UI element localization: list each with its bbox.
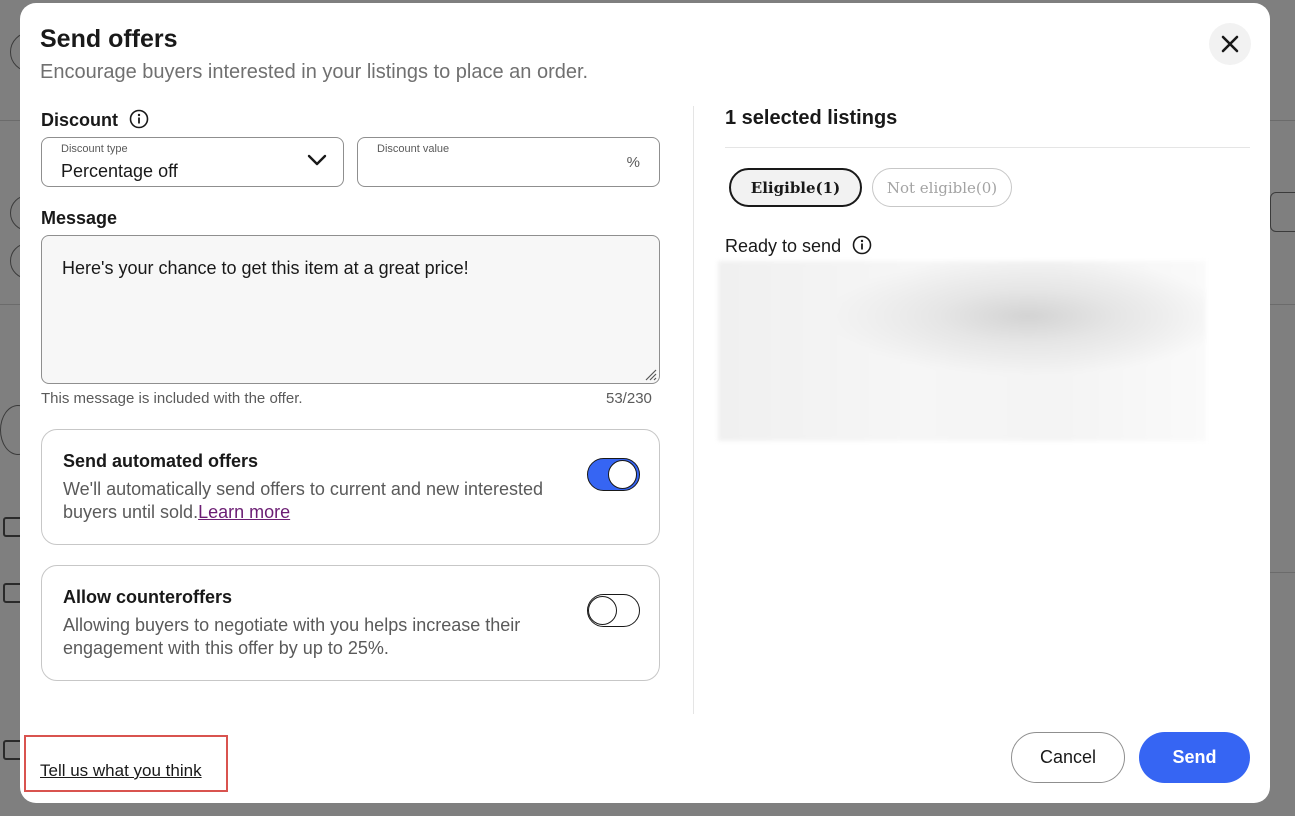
column-divider: [693, 106, 694, 714]
message-char-counter: 53/230: [606, 390, 652, 407]
info-icon[interactable]: [852, 235, 872, 255]
discount-label: Discount: [41, 110, 119, 130]
message-textarea[interactable]: Here's your chance to get this item at a…: [41, 235, 660, 384]
send-button[interactable]: Send: [1139, 732, 1250, 783]
toggle-knob: [608, 460, 637, 489]
message-text: Here's your chance to get this item at a…: [62, 258, 469, 278]
selected-listings-title: 1 selected listings: [725, 107, 898, 129]
send-offers-dialog: Send offers Encourage buyers interested …: [20, 3, 1270, 803]
discount-type-label: Discount type: [61, 143, 128, 155]
counteroffers-card: Allow counteroffers Allowing buyers to n…: [41, 565, 660, 681]
counteroffers-title: Allow counteroffers: [63, 587, 233, 607]
counteroffers-toggle[interactable]: [587, 594, 640, 627]
percent-suffix: %: [626, 154, 640, 171]
feedback-link[interactable]: Tell us what you think: [40, 761, 202, 781]
automated-offers-card: Send automated offers We'll automaticall…: [41, 429, 660, 545]
counteroffers-description: Allowing buyers to negotiate with you he…: [63, 615, 521, 658]
discount-section: Discount: [41, 109, 149, 131]
info-icon[interactable]: [129, 109, 149, 129]
ready-to-send-section: Ready to send: [725, 235, 872, 257]
automated-offers-toggle[interactable]: [587, 458, 640, 491]
chevron-down-icon: [307, 154, 327, 166]
dialog-title: Send offers: [40, 25, 178, 53]
learn-more-link[interactable]: Learn more: [198, 502, 290, 522]
close-icon: [1221, 35, 1239, 53]
toggle-knob: [588, 596, 617, 625]
automated-offers-title: Send automated offers: [63, 451, 259, 471]
listings-divider: [725, 147, 1250, 148]
tab-not-eligible[interactable]: Not eligible(0): [872, 168, 1012, 207]
ready-to-send-label: Ready to send: [725, 236, 842, 256]
tab-eligible[interactable]: Eligible(1): [729, 168, 862, 207]
discount-type-select[interactable]: Discount type Percentage off: [41, 137, 344, 187]
message-helper-text: This message is included with the offer.: [41, 390, 303, 407]
automated-offers-description: We'll automatically send offers to curre…: [63, 478, 563, 524]
resize-handle-icon[interactable]: [641, 365, 657, 381]
discount-value-field[interactable]: Discount value %: [357, 137, 660, 187]
discount-value-label: Discount value: [377, 143, 450, 155]
discount-type-value: Percentage off: [61, 161, 178, 181]
cancel-button[interactable]: Cancel: [1011, 732, 1125, 783]
listing-preview-blurred: [718, 261, 1206, 441]
message-label: Message: [41, 208, 118, 228]
automated-offers-text: We'll automatically send offers to curre…: [63, 479, 544, 522]
dialog-subtitle: Encourage buyers interested in your list…: [40, 61, 589, 83]
close-button[interactable]: [1209, 23, 1251, 65]
